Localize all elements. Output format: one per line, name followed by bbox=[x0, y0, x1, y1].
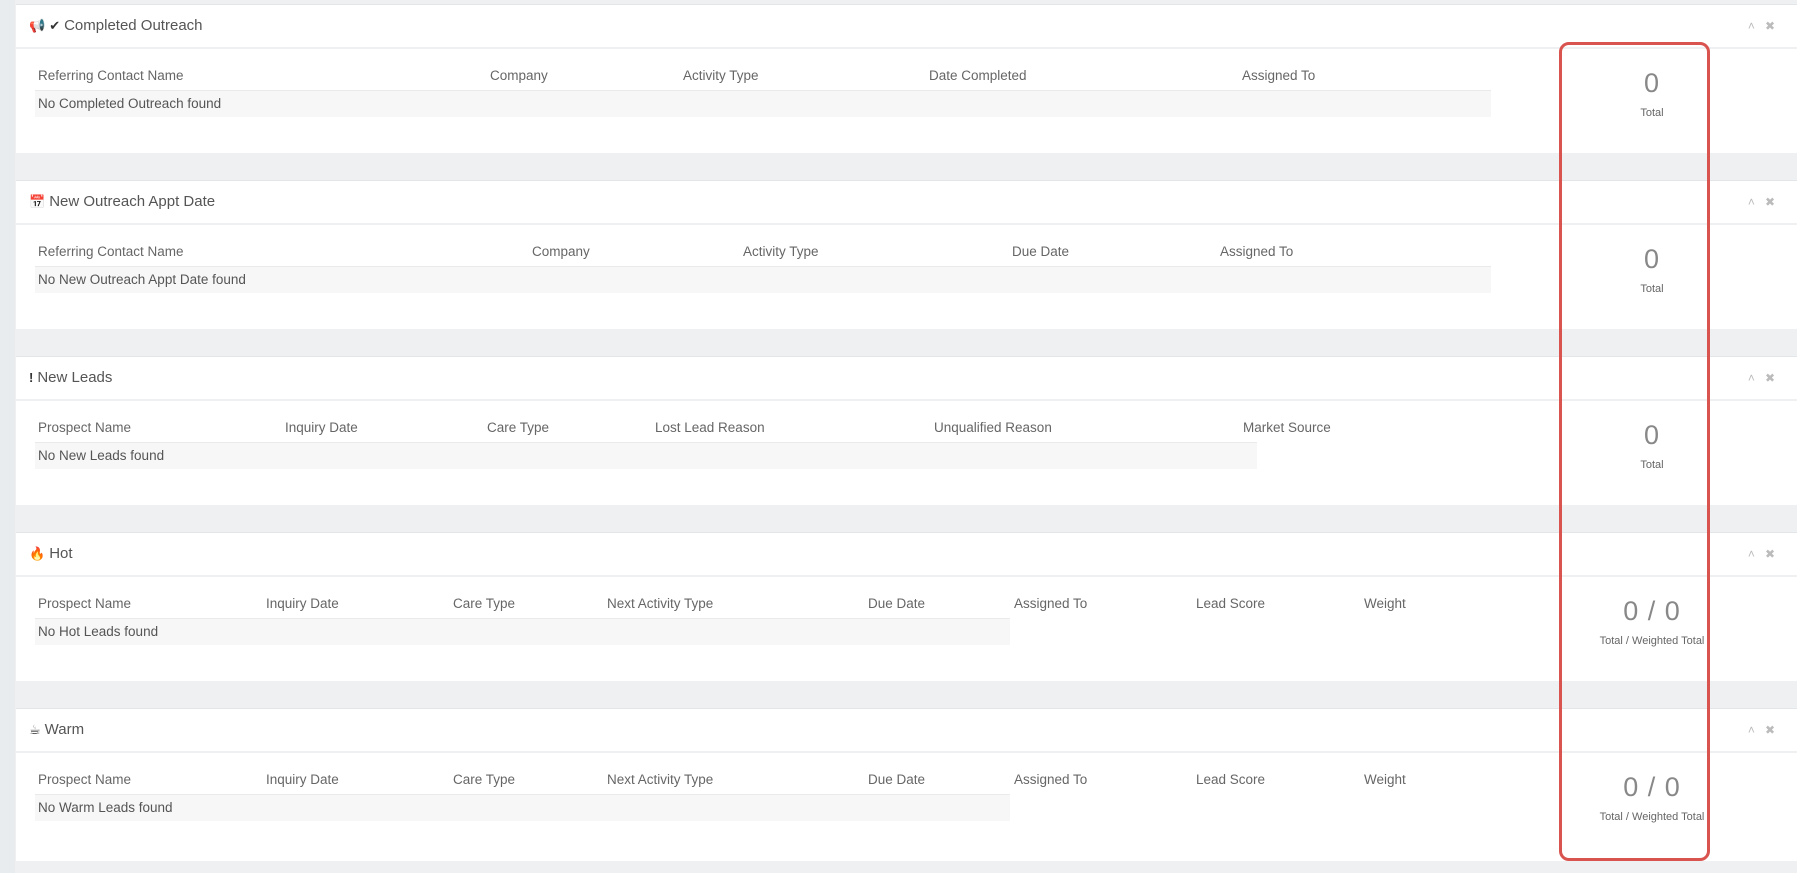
panel-header: 📅 New Outreach Appt Date ˄ ✖ bbox=[16, 181, 1797, 225]
panel-title-text: Warm bbox=[44, 721, 85, 738]
column-header[interactable]: Lead Score bbox=[1196, 596, 1265, 611]
exclamation-icon: ! bbox=[29, 370, 34, 385]
collapse-icon[interactable]: ˄ bbox=[1748, 19, 1755, 33]
panel-title: 📢 ✔ Completed Outreach bbox=[29, 17, 203, 34]
stat-total: 0 Total bbox=[1538, 68, 1766, 119]
panel-header: 🔥 Hot ˄ ✖ bbox=[16, 533, 1797, 577]
panel-completed-outreach: 📢 ✔ Completed Outreach ˄ ✖ Referring Con… bbox=[16, 4, 1797, 153]
column-header[interactable]: Assigned To bbox=[1014, 596, 1087, 611]
stat-label: Total bbox=[1640, 107, 1664, 119]
column-header[interactable]: Prospect Name bbox=[38, 772, 131, 787]
column-header[interactable]: Due Date bbox=[868, 596, 925, 611]
close-icon[interactable]: ✖ bbox=[1765, 547, 1775, 561]
column-header[interactable]: Date Completed bbox=[929, 68, 1027, 83]
empty-row: No New Leads found bbox=[35, 442, 1257, 469]
close-icon[interactable]: ✖ bbox=[1765, 371, 1775, 385]
empty-row: No Warm Leads found bbox=[35, 794, 1010, 821]
column-header[interactable]: Next Activity Type bbox=[607, 772, 713, 787]
stat-total-weighted: 0 / 0 Total / Weighted Total bbox=[1538, 596, 1766, 647]
column-header[interactable]: Lead Score bbox=[1196, 772, 1265, 787]
column-header[interactable]: Referring Contact Name bbox=[38, 244, 184, 259]
empty-message: No Hot Leads found bbox=[38, 624, 159, 639]
stat-value: 0 bbox=[1643, 420, 1661, 450]
column-header[interactable]: Assigned To bbox=[1014, 772, 1087, 787]
panel-title: 📅 New Outreach Appt Date bbox=[29, 193, 215, 210]
panel-header: ! New Leads ˄ ✖ bbox=[16, 357, 1797, 401]
column-header[interactable]: Next Activity Type bbox=[607, 596, 713, 611]
stat-value: 0 bbox=[1643, 244, 1661, 274]
column-header[interactable]: Inquiry Date bbox=[285, 420, 358, 435]
empty-message: No New Leads found bbox=[38, 448, 165, 463]
panel-warm: ☕ Warm ˄ ✖ Prospect Name Inquiry Date Ca… bbox=[16, 708, 1797, 861]
fire-icon: 🔥 bbox=[29, 545, 46, 561]
stat-total-weighted: 0 / 0 Total / Weighted Total bbox=[1538, 772, 1766, 823]
empty-message: No New Outreach Appt Date found bbox=[38, 272, 246, 287]
panel-title-text: Completed Outreach bbox=[64, 17, 203, 34]
empty-message: No Completed Outreach found bbox=[38, 96, 222, 111]
collapse-icon[interactable]: ˄ bbox=[1748, 547, 1755, 561]
empty-row: No Completed Outreach found bbox=[35, 90, 1491, 117]
close-icon[interactable]: ✖ bbox=[1765, 723, 1775, 737]
column-header[interactable]: Weight bbox=[1364, 772, 1406, 787]
stat-total: 0 Total bbox=[1538, 244, 1766, 295]
bullhorn-icon: 📢 bbox=[29, 17, 46, 33]
column-header[interactable]: Lost Lead Reason bbox=[655, 420, 765, 435]
column-header[interactable]: Inquiry Date bbox=[266, 596, 339, 611]
stat-value: 0 / 0 bbox=[1623, 772, 1681, 802]
collapse-icon[interactable]: ˄ bbox=[1748, 195, 1755, 209]
column-header[interactable]: Due Date bbox=[868, 772, 925, 787]
column-header[interactable]: Care Type bbox=[453, 596, 515, 611]
stat-value: 0 / 0 bbox=[1623, 596, 1681, 626]
column-header[interactable]: Company bbox=[490, 68, 548, 83]
column-header[interactable]: Due Date bbox=[1012, 244, 1069, 259]
stat-label: Total bbox=[1640, 459, 1664, 471]
panel-tools: ˄ ✖ bbox=[1748, 723, 1775, 737]
left-edge bbox=[0, 0, 15, 873]
panel-title: ! New Leads bbox=[29, 369, 112, 386]
empty-row: No New Outreach Appt Date found bbox=[35, 266, 1491, 293]
column-header[interactable]: Inquiry Date bbox=[266, 772, 339, 787]
check-icon: ✔ bbox=[49, 17, 61, 33]
panel-title-text: New Outreach Appt Date bbox=[49, 193, 216, 210]
column-header[interactable]: Referring Contact Name bbox=[38, 68, 184, 83]
column-header[interactable]: Prospect Name bbox=[38, 596, 131, 611]
column-header[interactable]: Company bbox=[532, 244, 590, 259]
column-header[interactable]: Activity Type bbox=[683, 68, 759, 83]
close-icon[interactable]: ✖ bbox=[1765, 195, 1775, 209]
empty-row: No Hot Leads found bbox=[35, 618, 1010, 645]
panel-title-text: New Leads bbox=[37, 369, 113, 386]
coffee-icon: ☕ bbox=[29, 721, 41, 737]
column-header[interactable]: Care Type bbox=[487, 420, 549, 435]
collapse-icon[interactable]: ˄ bbox=[1748, 723, 1755, 737]
stat-label: Total / Weighted Total bbox=[1599, 811, 1705, 823]
empty-message: No Warm Leads found bbox=[38, 800, 173, 815]
stat-value: 0 bbox=[1643, 68, 1661, 98]
column-header[interactable]: Activity Type bbox=[743, 244, 819, 259]
stat-total: 0 Total bbox=[1538, 420, 1766, 471]
panel-title: ☕ Warm bbox=[29, 721, 84, 738]
column-header[interactable]: Assigned To bbox=[1242, 68, 1315, 83]
column-header[interactable]: Assigned To bbox=[1220, 244, 1293, 259]
close-icon[interactable]: ✖ bbox=[1765, 19, 1775, 33]
panel-tools: ˄ ✖ bbox=[1748, 195, 1775, 209]
panel-title-text: Hot bbox=[49, 545, 73, 562]
panel-tools: ˄ ✖ bbox=[1748, 371, 1775, 385]
stat-label: Total bbox=[1640, 283, 1664, 295]
column-header[interactable]: Market Source bbox=[1243, 420, 1331, 435]
panel-header: ☕ Warm ˄ ✖ bbox=[16, 709, 1797, 753]
stat-label: Total / Weighted Total bbox=[1599, 635, 1705, 647]
column-header[interactable]: Care Type bbox=[453, 772, 515, 787]
panel-tools: ˄ ✖ bbox=[1748, 19, 1775, 33]
panel-hot: 🔥 Hot ˄ ✖ Prospect Name Inquiry Date Car… bbox=[16, 532, 1797, 681]
column-header[interactable]: Weight bbox=[1364, 596, 1406, 611]
panel-header: 📢 ✔ Completed Outreach ˄ ✖ bbox=[16, 5, 1797, 49]
panel-tools: ˄ ✖ bbox=[1748, 547, 1775, 561]
calendar-icon: 📅 bbox=[29, 193, 46, 209]
panel-new-outreach-appt-date: 📅 New Outreach Appt Date ˄ ✖ Referring C… bbox=[16, 180, 1797, 329]
collapse-icon[interactable]: ˄ bbox=[1748, 371, 1755, 385]
panel-title: 🔥 Hot bbox=[29, 545, 73, 562]
column-header[interactable]: Prospect Name bbox=[38, 420, 131, 435]
panel-new-leads: ! New Leads ˄ ✖ Prospect Name Inquiry Da… bbox=[16, 356, 1797, 505]
column-header[interactable]: Unqualified Reason bbox=[934, 420, 1052, 435]
